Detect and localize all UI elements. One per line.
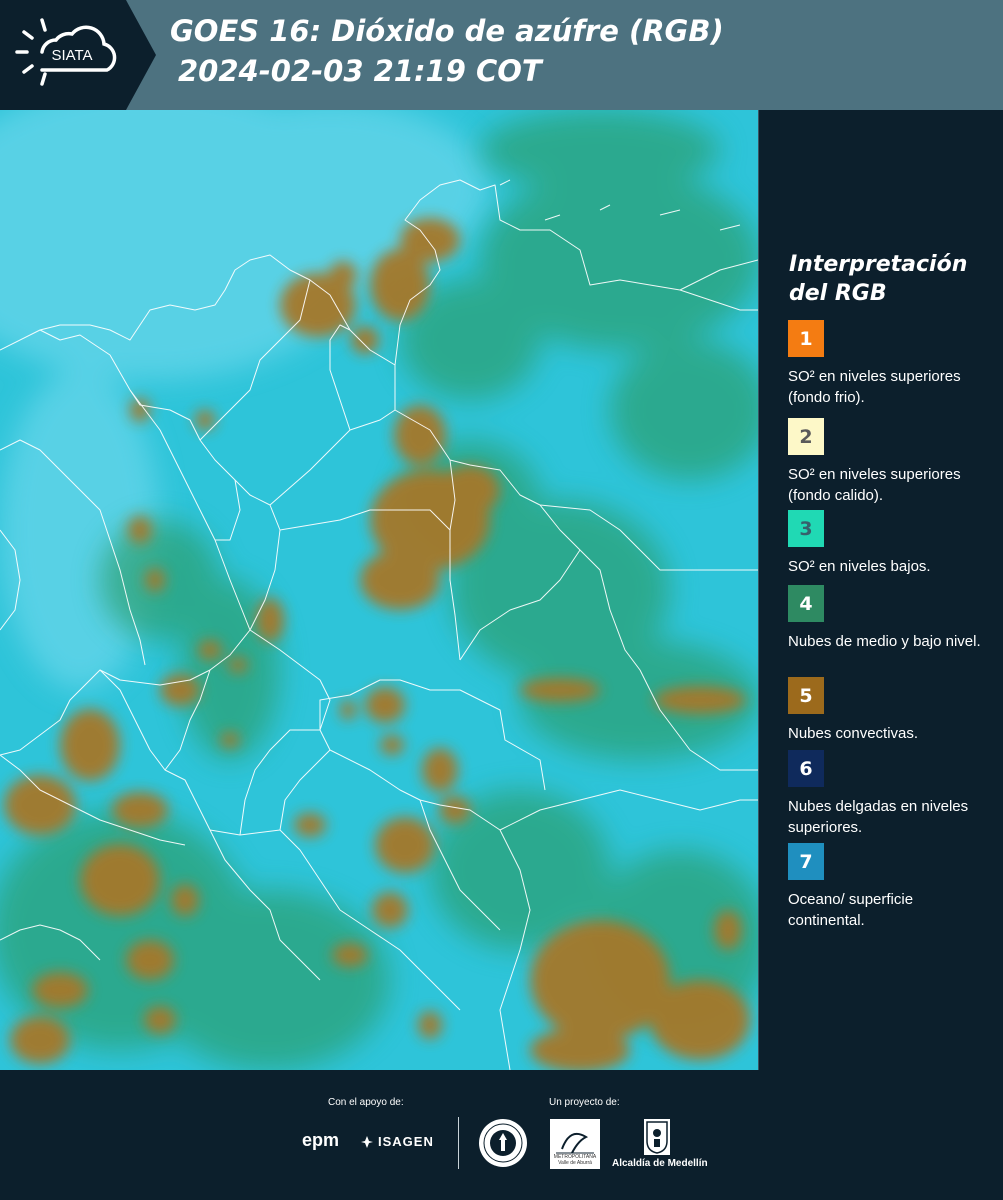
legend-item-3: 3 SO² en niveles bajos. (788, 510, 988, 577)
footer: Con el apoyo de: Un proyecto de: epm ISA… (0, 1070, 1003, 1200)
legend-swatch-2: 2 (788, 418, 824, 455)
legend-text-6: Nubes delgadas en niveles superiores. (788, 798, 969, 836)
isagen-logo: ISAGEN (360, 1134, 434, 1149)
isagen-mark-icon (361, 1136, 373, 1148)
satellite-image (0, 110, 758, 1070)
project-label: Un proyecto de: (549, 1097, 620, 1108)
alcaldia-label: Alcaldía de Medellín (612, 1158, 708, 1169)
footer-divider (458, 1117, 459, 1169)
legend-swatch-7: 7 (788, 843, 824, 880)
medellin-seal-icon (479, 1119, 527, 1167)
legend-text-7: Oceano/ superficie continental. (788, 891, 914, 929)
legend-swatch-4: 4 (788, 585, 824, 622)
legend-text-3: SO² en niveles bajos. (788, 558, 931, 575)
area-metropolitana-label: METROPOLITANA Valle de Aburrá (553, 1154, 597, 1166)
legend-swatch-5: 5 (788, 677, 824, 714)
epm-logo: epm (302, 1130, 340, 1150)
legend-item-6: 6 Nubes delgadas en niveles superiores. (788, 750, 988, 838)
legend-swatch-1: 1 (788, 320, 824, 357)
legend-item-5: 5 Nubes convectivas. (788, 677, 988, 744)
legend-text-4: Nubes de medio y bajo nivel. (788, 633, 981, 650)
area-metropolitana-logo: METROPOLITANA Valle de Aburrá (550, 1119, 600, 1169)
legend-text-1: SO² en niveles superiores (fondo frio). (788, 368, 961, 406)
legend-panel: Interpretación del RGB 1 SO² en niveles … (772, 110, 1003, 1070)
shield-icon (646, 1121, 668, 1154)
legend-item-2: 2 SO² en niveles superiores (fondo calid… (788, 418, 988, 506)
support-label: Con el apoyo de: (328, 1097, 404, 1108)
legend-item-4: 4 Nubes de medio y bajo nivel. (788, 585, 988, 652)
alcaldia-shield-icon (644, 1119, 670, 1155)
legend-text-5: Nubes convectivas. (788, 725, 919, 742)
legend-text-2: SO² en niveles superiores (fondo calido)… (788, 466, 961, 504)
satellite-map[interactable] (0, 110, 759, 1070)
siata-logo-icon: SIATA (15, 18, 117, 86)
legend-swatch-3: 3 (788, 510, 824, 547)
siata-logo-text: SIATA (51, 47, 92, 64)
isagen-text: ISAGEN (378, 1134, 434, 1149)
map-timestamp: 2024-02-03 21:19 COT (178, 54, 542, 88)
header-bar: SIATA GOES 16: Dióxido de azúfre (RGB) 2… (0, 0, 1003, 110)
legend-title: Interpretación del RGB (789, 252, 968, 306)
legend-item-7: 7 Oceano/ superficie continental. (788, 843, 988, 931)
legend-swatch-6: 6 (788, 750, 824, 787)
map-title: GOES 16: Dióxido de azúfre (RGB) (170, 14, 724, 48)
legend-item-1: 1 SO² en niveles superiores (fondo frio)… (788, 320, 988, 408)
logo-panel: SIATA (0, 0, 156, 110)
